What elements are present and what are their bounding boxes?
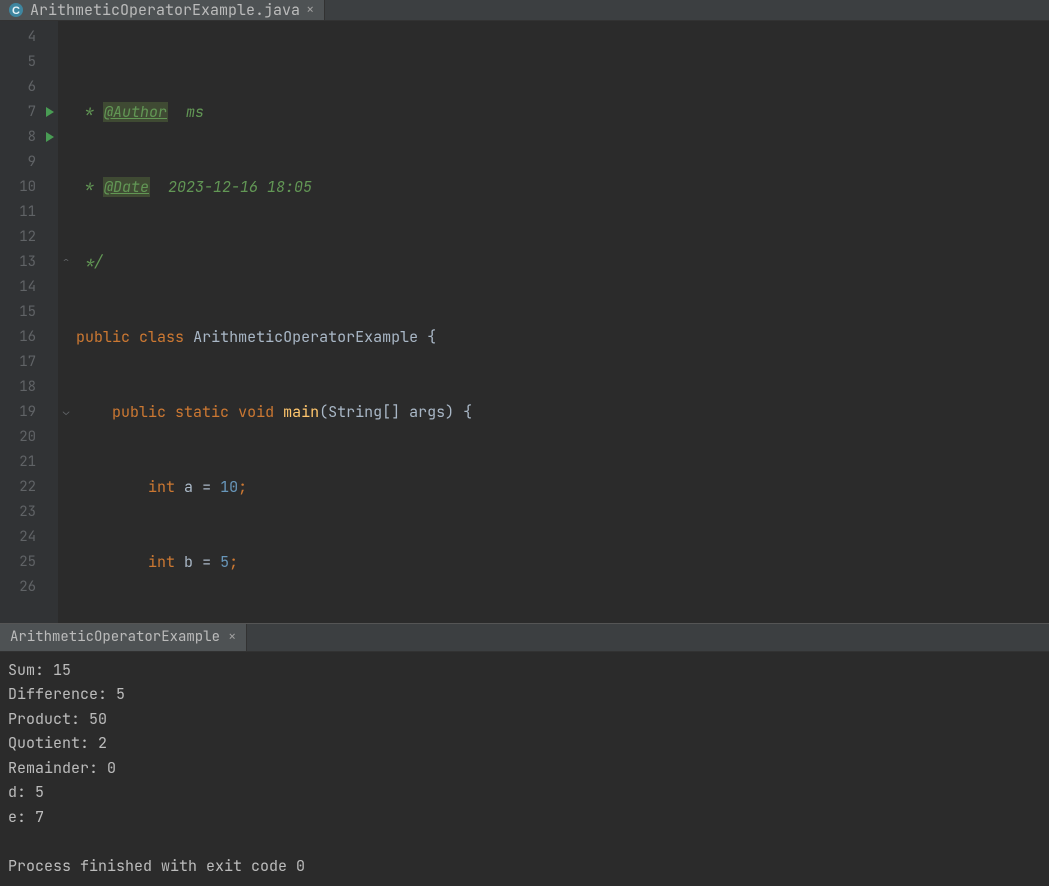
code-content[interactable]: * @Author ms * @Date 2023-12-16 18:05 ⌃ … <box>58 21 1049 623</box>
line-number: 21 <box>0 450 58 475</box>
line-number: 13 <box>0 250 58 275</box>
line-number: 12 <box>0 225 58 250</box>
editor-tab-title: ArithmeticOperatorExample.java <box>30 0 300 20</box>
line-number: 24 <box>0 525 58 550</box>
line-number: 8 <box>0 125 58 150</box>
line-number: 6 <box>0 75 58 100</box>
line-number: 9 <box>0 150 58 175</box>
java-class-icon: C <box>8 2 24 18</box>
line-number: 26 <box>0 575 58 600</box>
line-number: 11 <box>0 200 58 225</box>
line-number: 15 <box>0 300 58 325</box>
line-number: 10 <box>0 175 58 200</box>
line-number: 14 <box>0 275 58 300</box>
fold-icon[interactable]: ⌃ <box>60 250 72 275</box>
run-tabbar: ArithmeticOperatorExample × <box>0 624 1049 652</box>
line-number: 5 <box>0 50 58 75</box>
line-number: 19 <box>0 400 58 425</box>
gutter: 4567891011121314151617181920212223242526 <box>0 21 58 623</box>
run-tab-active[interactable]: ArithmeticOperatorExample × <box>0 624 247 651</box>
line-number: 16 <box>0 325 58 350</box>
line-number: 25 <box>0 550 58 575</box>
editor-tab-active[interactable]: C ArithmeticOperatorExample.java × <box>0 0 325 20</box>
editor-tabbar: C ArithmeticOperatorExample.java × <box>0 0 1049 21</box>
line-number: 17 <box>0 350 58 375</box>
fold-icon[interactable]: ⌄ <box>60 400 72 425</box>
code-editor[interactable]: 4567891011121314151617181920212223242526… <box>0 21 1049 623</box>
line-number: 7 <box>0 100 58 125</box>
line-number: 18 <box>0 375 58 400</box>
console-output[interactable]: Sum: 15 Difference: 5 Product: 50 Quotie… <box>0 652 1049 886</box>
line-number: 4 <box>0 25 58 50</box>
run-tool-window: ArithmeticOperatorExample × Sum: 15 Diff… <box>0 623 1049 886</box>
line-number: 23 <box>0 500 58 525</box>
close-icon[interactable]: × <box>228 628 236 646</box>
close-icon[interactable]: × <box>306 1 314 19</box>
line-number: 20 <box>0 425 58 450</box>
svg-text:C: C <box>12 5 20 17</box>
run-tab-title: ArithmeticOperatorExample <box>10 628 220 646</box>
line-number: 22 <box>0 475 58 500</box>
